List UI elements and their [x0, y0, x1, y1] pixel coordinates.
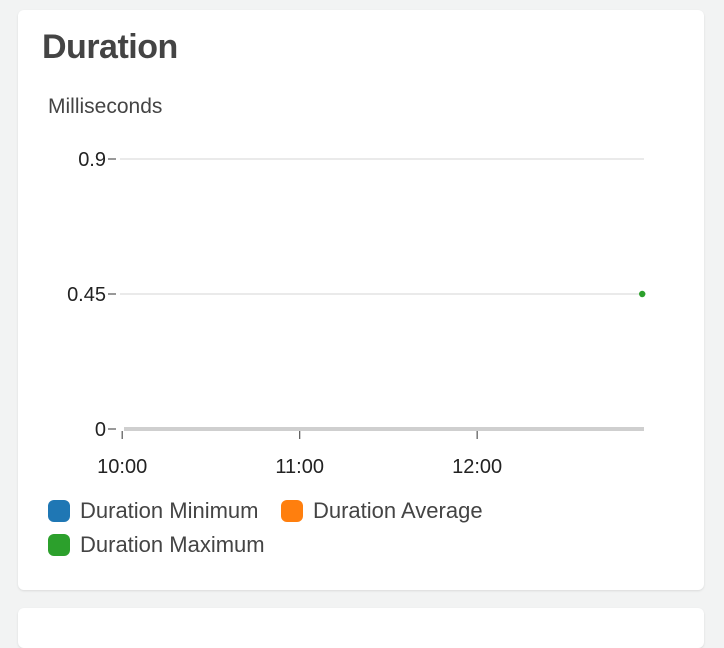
series-marks[interactable]	[639, 290, 646, 298]
y-axis-ticks: 0.9 0.45 0	[67, 149, 116, 441]
x-tick-label: 10:00	[97, 456, 147, 478]
legend-label: Duration Maximum	[80, 532, 265, 557]
legend-item-duration-minimum[interactable]: Duration Minimum	[48, 498, 259, 524]
legend-label: Duration Minimum	[80, 498, 259, 523]
duration-chart: 0.9 0.45 0 10:00 11:00 12:00	[67, 149, 646, 478]
legend-swatch-icon	[280, 500, 303, 522]
chart-legend: Duration Minimum Duration Average Durati…	[48, 498, 608, 566]
legend-item-duration-average[interactable]: Duration Average	[280, 498, 483, 524]
gridlines	[120, 158, 644, 295]
series-duration-maximum-point	[639, 290, 646, 298]
x-axis-ticks: 10:00 11:00 12:00	[97, 431, 502, 478]
legend-swatch-icon	[48, 534, 70, 556]
y-tick-label: 0.9	[78, 149, 106, 171]
x-tick-label: 11:00	[275, 456, 324, 478]
legend-item-duration-maximum[interactable]: Duration Maximum	[48, 532, 265, 558]
duration-widget: Duration Milliseconds 0.9 0.45 0 10:00 11:0…	[18, 10, 704, 590]
x-tick-label: 12:00	[452, 456, 502, 478]
next-widget-card	[18, 608, 704, 648]
y-tick-label: 0.45	[67, 284, 106, 306]
legend-label: Duration Average	[312, 498, 483, 523]
legend-swatch-icon	[48, 500, 70, 522]
y-tick-label: 0	[95, 419, 106, 441]
